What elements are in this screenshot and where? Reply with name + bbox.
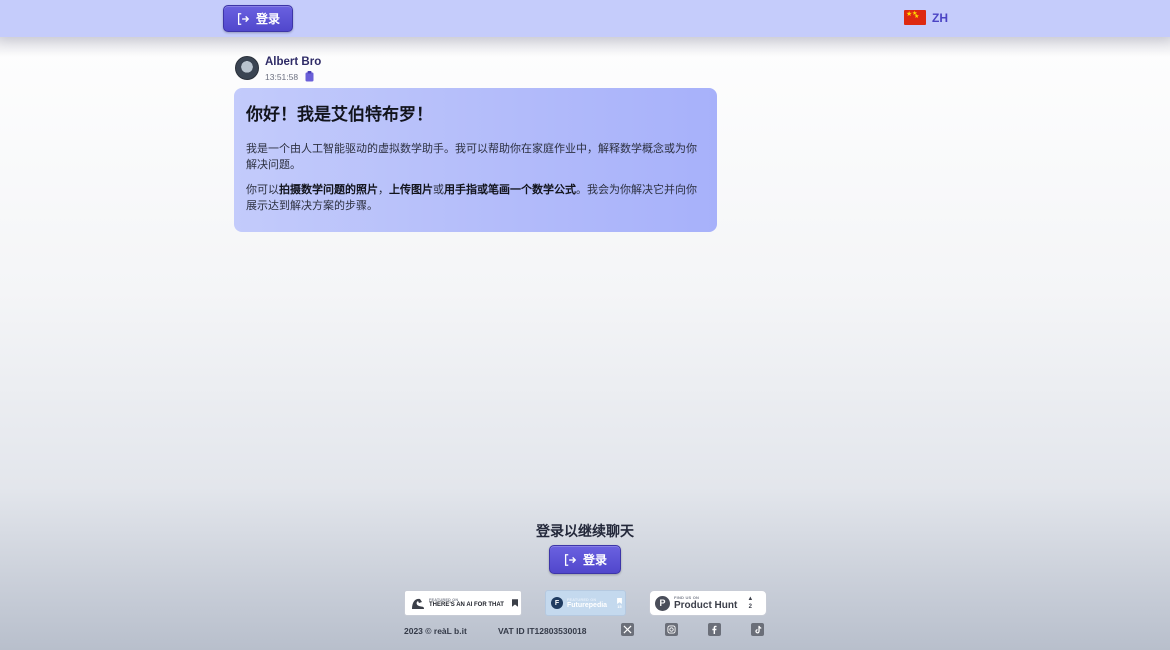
aift-big: THERE'S AN AI FOR THAT [429, 602, 504, 608]
login-label: 登录 [255, 12, 280, 26]
ph-big: Product Hunt [674, 600, 738, 611]
x-icon[interactable] [621, 623, 634, 636]
message-time: 13:51:58 [265, 72, 299, 82]
ph-count: 2 [748, 604, 752, 610]
login-icon [564, 553, 577, 566]
top-bar [0, 0, 1170, 37]
login-icon [237, 12, 250, 25]
fp-big: Futurepedia [567, 601, 608, 609]
avatar [235, 56, 259, 80]
copy-icon[interactable] [305, 71, 314, 82]
arm-logo-icon [412, 598, 424, 609]
login-label: 登录 [582, 553, 607, 567]
bookmark-icon [511, 599, 518, 607]
language-selector[interactable]: ★ ★ ★ ZH [904, 10, 948, 25]
copyright: 2023 © reàL b.it [404, 626, 467, 636]
login-button-top[interactable]: 登录 [223, 5, 293, 32]
china-flag-icon: ★ ★ ★ [904, 10, 926, 25]
message-paragraph-2: 你可以拍摄数学问题的照片，上传图片或用手指或笔画一个数学公式。我会为你解决它并向… [246, 184, 697, 212]
login-button-bottom[interactable]: 登录 [549, 545, 621, 574]
futurepedia-logo-icon: F [551, 597, 563, 609]
bookmark-icon [617, 597, 622, 604]
vat-id: VAT ID IT12803530018 [498, 626, 587, 636]
message-title: 你好！我是艾伯特布罗！ [246, 105, 433, 124]
futurepedia-badge[interactable]: F FEATURED ON Futurepedia 15 [545, 590, 626, 616]
upvote-icon: ▲ [747, 596, 754, 602]
language-code: ZH [932, 10, 948, 25]
facebook-icon[interactable] [708, 623, 721, 636]
product-hunt-badge[interactable]: P FIND US ON Product Hunt ▲ 2 [649, 590, 767, 616]
top-bar-shadow [0, 37, 1170, 57]
theres-an-ai-for-that-badge[interactable]: FEATURED ON THERE'S AN AI FOR THAT [404, 590, 522, 616]
product-hunt-icon: P [655, 595, 670, 611]
fp-count: 15 [617, 604, 622, 609]
login-prompt: 登录以继续聊天 [536, 523, 634, 539]
sender-name: Albert Bro [265, 56, 322, 68]
message-paragraph-1: 我是一个由人工智能驱动的虚拟数学助手。我可以帮助你在家庭作业中，解释数学概念或为… [246, 143, 697, 171]
instagram-icon[interactable] [665, 623, 678, 636]
message-bubble: 你好！我是艾伯特布罗！ 我是一个由人工智能驱动的虚拟数学助手。我可以帮助你在家庭… [234, 88, 717, 232]
tiktok-icon[interactable] [751, 623, 764, 636]
